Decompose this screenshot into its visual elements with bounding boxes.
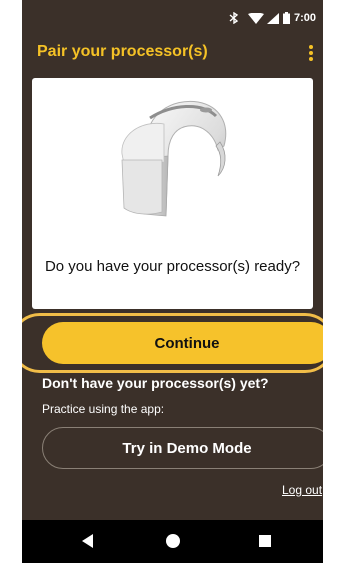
recents-icon[interactable]	[259, 535, 271, 547]
sound-processor-image	[121, 100, 227, 217]
wifi-icon	[248, 12, 264, 27]
battery-icon	[283, 12, 290, 27]
overflow-menu-icon[interactable]	[308, 45, 314, 63]
status-bar: 7:00	[22, 0, 323, 36]
no-processor-text: Don't have your processor(s) yet?	[42, 375, 269, 391]
phone-screen: 7:00 Pair your processor(s) Do you have …	[22, 0, 323, 563]
bluetooth-icon	[229, 11, 239, 27]
practice-label: Practice using the app:	[42, 402, 165, 416]
signal-icon	[267, 13, 279, 27]
logout-link[interactable]: Log out	[282, 483, 322, 497]
demo-mode-button[interactable]: Try in Demo Mode	[42, 427, 323, 469]
navigation-bar	[22, 520, 323, 563]
ready-question: Do you have your processor(s) ready?	[44, 258, 301, 275]
continue-button[interactable]: Continue	[42, 322, 323, 364]
back-icon[interactable]	[82, 534, 94, 553]
processor-card: Do you have your processor(s) ready?	[32, 78, 313, 309]
status-time: 7:00	[294, 12, 317, 24]
home-icon[interactable]	[166, 534, 180, 548]
page-title: Pair your processor(s)	[37, 43, 208, 60]
